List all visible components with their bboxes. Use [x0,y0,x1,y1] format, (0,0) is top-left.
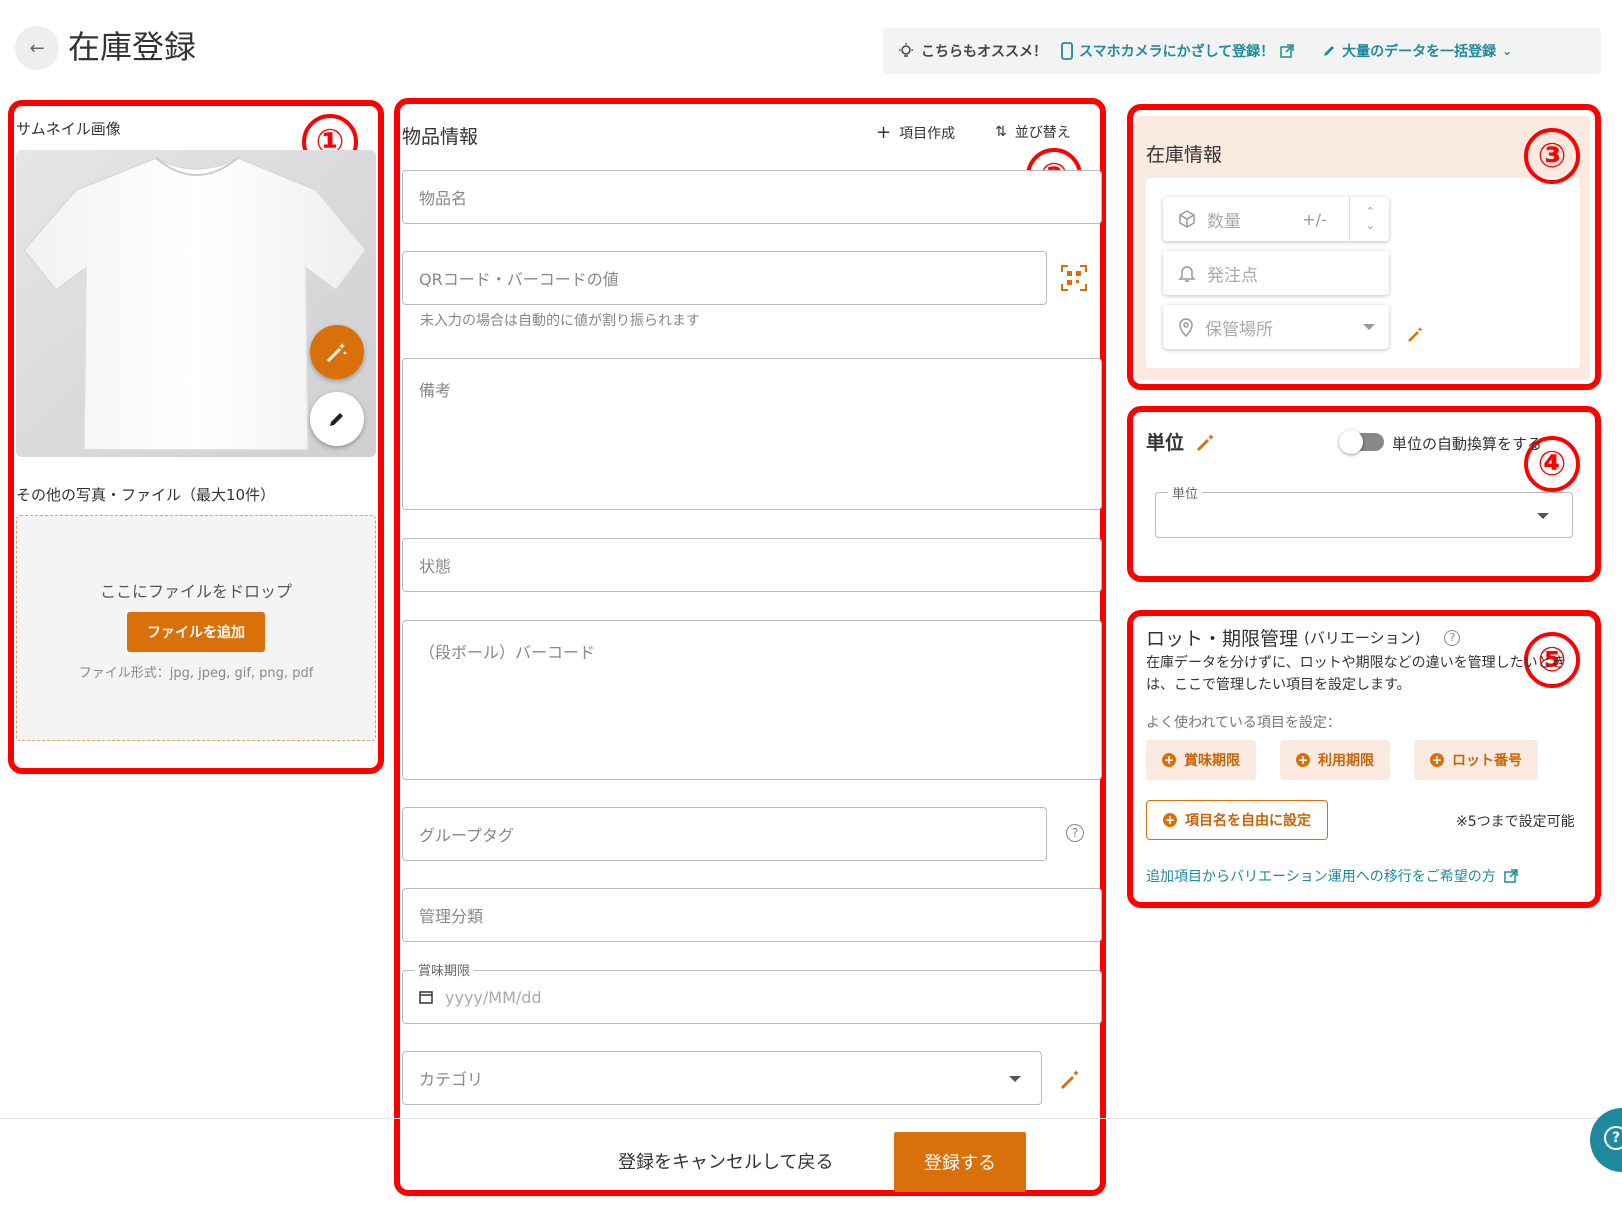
reorder-point-field[interactable]: 発注点 [1163,251,1389,295]
add-file-button[interactable]: ファイルを追加 [127,612,265,652]
plus-icon: + [876,122,892,143]
magic-wand-icon[interactable] [1060,1068,1082,1090]
box-icon [1179,210,1195,228]
auto-convert-label: 単位の自動換算をする [1392,435,1543,453]
cancel-link[interactable]: 登録をキャンセルして戻る [618,1148,833,1174]
camera-register-link[interactable]: スマホカメラにかざして登録！ [1061,41,1294,61]
chip-lot-number[interactable]: + ロット番号 [1414,740,1538,780]
recommendation-bar: こちらもオススメ！ スマホカメラにかざして登録！ 大量のデータを一括登録 ⌄ [883,28,1601,74]
smartphone-icon [1061,42,1073,60]
toggle-knob [1339,430,1363,454]
other-files-label: その他の写真・ファイル（最大10件） [16,486,276,504]
common-fields-label: よく使われている項目を設定： [1146,715,1341,731]
location-pin-icon [1179,318,1193,337]
magic-wand-icon[interactable] [1408,326,1424,342]
external-link-icon [1503,869,1518,883]
sort-icon: ⇅ [995,124,1007,140]
status-field[interactable]: 状態 [402,538,1102,592]
help-icon: ? [1604,1126,1622,1150]
chip-use-by[interactable]: + 利用期限 [1280,740,1390,780]
external-link-icon [1280,44,1294,58]
annotation-number-3: ③ [1524,128,1580,184]
bulk-register-link[interactable]: 大量のデータを一括登録 ⌄ [1322,41,1512,61]
magic-wand-icon [326,343,347,363]
notes-textarea[interactable]: 備考 [402,358,1102,510]
auto-convert-toggle[interactable] [1339,430,1384,454]
magic-wand-icon[interactable] [1196,432,1216,452]
help-icon[interactable]: ? [1066,824,1084,842]
plus-circle-icon: + [1163,813,1177,827]
plus-circle-icon: + [1296,753,1310,767]
migrate-link[interactable]: 追加項目からバリエーション運用への移行をご希望の方 [1146,866,1518,886]
ai-magic-button[interactable] [310,325,364,379]
chip-custom-field[interactable]: + 項目名を自由に設定 [1146,800,1328,840]
plus-circle-icon: + [1430,753,1444,767]
page-title: 在庫登録 [68,28,197,66]
quantity-stepper[interactable]: 数量 +/- ⌃ ⌄ [1163,197,1389,241]
sort-button[interactable]: ⇅ 並び替え [995,122,1071,142]
thumbnail-label: サムネイル画像 [16,120,121,138]
limit-note: ※5つまで設定可能 [1456,814,1575,830]
expiry-date-field[interactable]: yyyy/MM/dd [402,970,1102,1024]
calendar-icon [419,991,433,1004]
item-info-title: 物品情報 [402,126,479,148]
expiry-date-label: 賞味期限 [414,960,475,979]
thumbnail-image[interactable] [16,150,376,457]
submit-button[interactable]: 登録する [894,1132,1026,1192]
pencil-icon [330,413,343,426]
code-helper-text: 未入力の場合は自動的に値が割り振られます [420,313,700,329]
case-barcode-textarea[interactable]: （段ボール）バーコード [402,620,1102,780]
chip-best-before[interactable]: + 賞味期限 [1146,740,1256,780]
back-button[interactable]: ← [15,26,59,70]
caret-down-icon [1537,513,1549,519]
plus-circle-icon: + [1162,753,1176,767]
unit-title: 単位 [1146,432,1185,454]
chevron-up-icon[interactable]: ⌃ [1366,205,1375,219]
caret-down-icon [1009,1076,1021,1082]
code-value-field[interactable]: QRコード・バーコードの値 [402,251,1047,305]
edit-image-button[interactable] [310,392,364,446]
file-formats-text: ファイル形式：jpg, jpeg, gif, png, pdf [78,666,314,681]
unit-field-label: 単位 [1168,483,1203,502]
drop-text: ここにファイルをドロップ [99,582,292,601]
recommend-label: こちらもオススメ！ [921,44,1047,60]
file-drop-zone[interactable]: ここにファイルをドロップ ファイルを追加 ファイル形式：jpg, jpeg, g… [16,515,376,741]
help-icon[interactable]: ? [1444,629,1461,646]
group-tag-field[interactable]: グループタグ [402,807,1047,861]
bell-icon [1178,266,1196,282]
stepper-arrows[interactable]: ⌃ ⌄ [1348,197,1375,241]
create-field-button[interactable]: + 項目作成 [876,122,955,143]
pencil-icon [1324,46,1335,56]
footer-divider [0,1118,1622,1119]
unit-select[interactable] [1155,492,1573,538]
chevron-down-icon[interactable]: ⌄ [1366,219,1375,233]
plus-minus-toggle[interactable]: +/- [1302,210,1339,229]
chevron-down-icon: ⌄ [1502,44,1513,58]
management-category-field[interactable]: 管理分類 [402,888,1102,942]
storage-location-select[interactable]: 保管場所 [1163,305,1389,349]
lot-title: ロット・期限管理 (バリエーション) ? [1146,624,1461,651]
category-select[interactable]: カテゴリ [402,1051,1042,1105]
lot-description: 在庫データを分けずに、ロットや期限などの違いを管理したいときは、ここで管理したい… [1146,655,1566,693]
caret-down-icon [1363,324,1375,330]
arrow-left-icon: ← [29,37,45,59]
qr-scan-icon[interactable] [1061,265,1087,291]
item-name-field[interactable]: 物品名 [402,170,1102,224]
lightbulb-icon [899,43,913,57]
